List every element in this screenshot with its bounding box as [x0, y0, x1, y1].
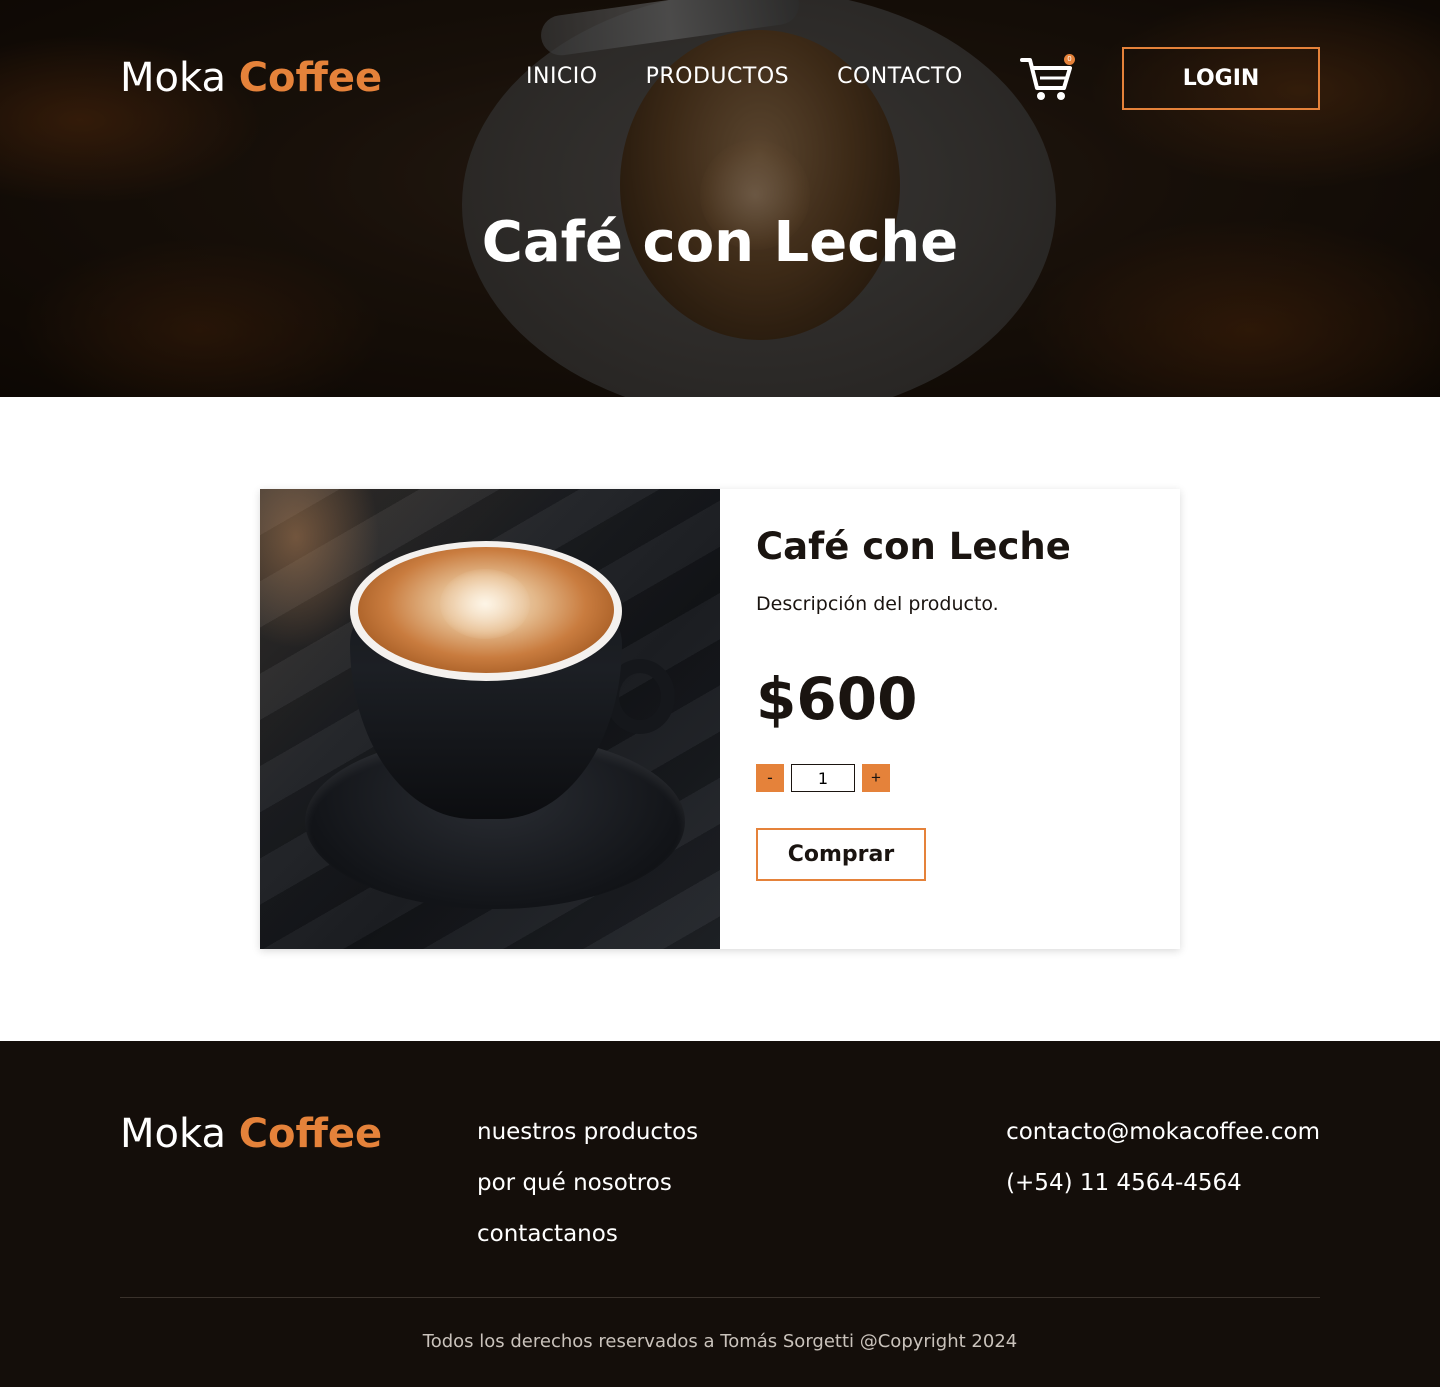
quantity-stepper: - +: [756, 764, 890, 792]
product-card: Café con Leche Descripción del producto.…: [260, 489, 1180, 949]
nav-links: INICIO PRODUCTOS CONTACTO: [526, 64, 963, 89]
footer-contact-info: contacto@mokacoffee.com (+54) 11 4564-45…: [1006, 1119, 1320, 1196]
product-info: Café con Leche Descripción del producto.…: [720, 489, 1180, 949]
footer-link-products[interactable]: nuestros productos: [477, 1119, 698, 1145]
footer-brand-name-part2: Coffee: [238, 1111, 383, 1157]
product-image: [260, 489, 720, 949]
product-description: Descripción del producto.: [756, 593, 999, 615]
quantity-increment-button[interactable]: +: [862, 764, 890, 792]
brand-name-part2: Coffee: [238, 55, 383, 101]
footer-links: nuestros productos por qué nosotros cont…: [477, 1119, 698, 1247]
cart-count-badge: 0: [1064, 54, 1075, 65]
nav-link-contacto[interactable]: CONTACTO: [837, 64, 963, 89]
product-image-latte-art: [440, 569, 530, 639]
top-navigation: Moka Coffee INICIO PRODUCTOS CONTACTO 0 …: [0, 0, 1440, 160]
footer-brand-logo[interactable]: Moka Coffee: [120, 1111, 382, 1157]
hero-title: Café con Leche: [481, 210, 959, 275]
footer-copyright: Todos los derechos reservados a Tomás So…: [422, 1331, 1018, 1352]
footer-brand-name-part1: Moka: [120, 1111, 226, 1157]
nav-link-productos[interactable]: PRODUCTOS: [646, 64, 790, 89]
product-price: $600: [756, 665, 918, 733]
quantity-input[interactable]: [791, 764, 855, 792]
footer: Moka Coffee nuestros productos por qué n…: [0, 1041, 1440, 1387]
nav-link-inicio[interactable]: INICIO: [526, 64, 598, 89]
brand-logo[interactable]: Moka Coffee: [120, 55, 382, 101]
footer-divider: [120, 1297, 1320, 1298]
buy-button[interactable]: Comprar: [756, 828, 926, 881]
quantity-decrement-button[interactable]: -: [756, 764, 784, 792]
footer-link-contact[interactable]: contactanos: [477, 1221, 698, 1247]
footer-link-why-us[interactable]: por qué nosotros: [477, 1170, 698, 1196]
brand-name-part1: Moka: [120, 55, 226, 101]
footer-phone[interactable]: (+54) 11 4564-4564: [1006, 1170, 1242, 1196]
product-name: Café con Leche: [756, 525, 1071, 568]
login-button[interactable]: LOGIN: [1122, 47, 1320, 110]
hero-banner: Moka Coffee INICIO PRODUCTOS CONTACTO 0 …: [0, 0, 1440, 397]
footer-email[interactable]: contacto@mokacoffee.com: [1006, 1119, 1320, 1145]
